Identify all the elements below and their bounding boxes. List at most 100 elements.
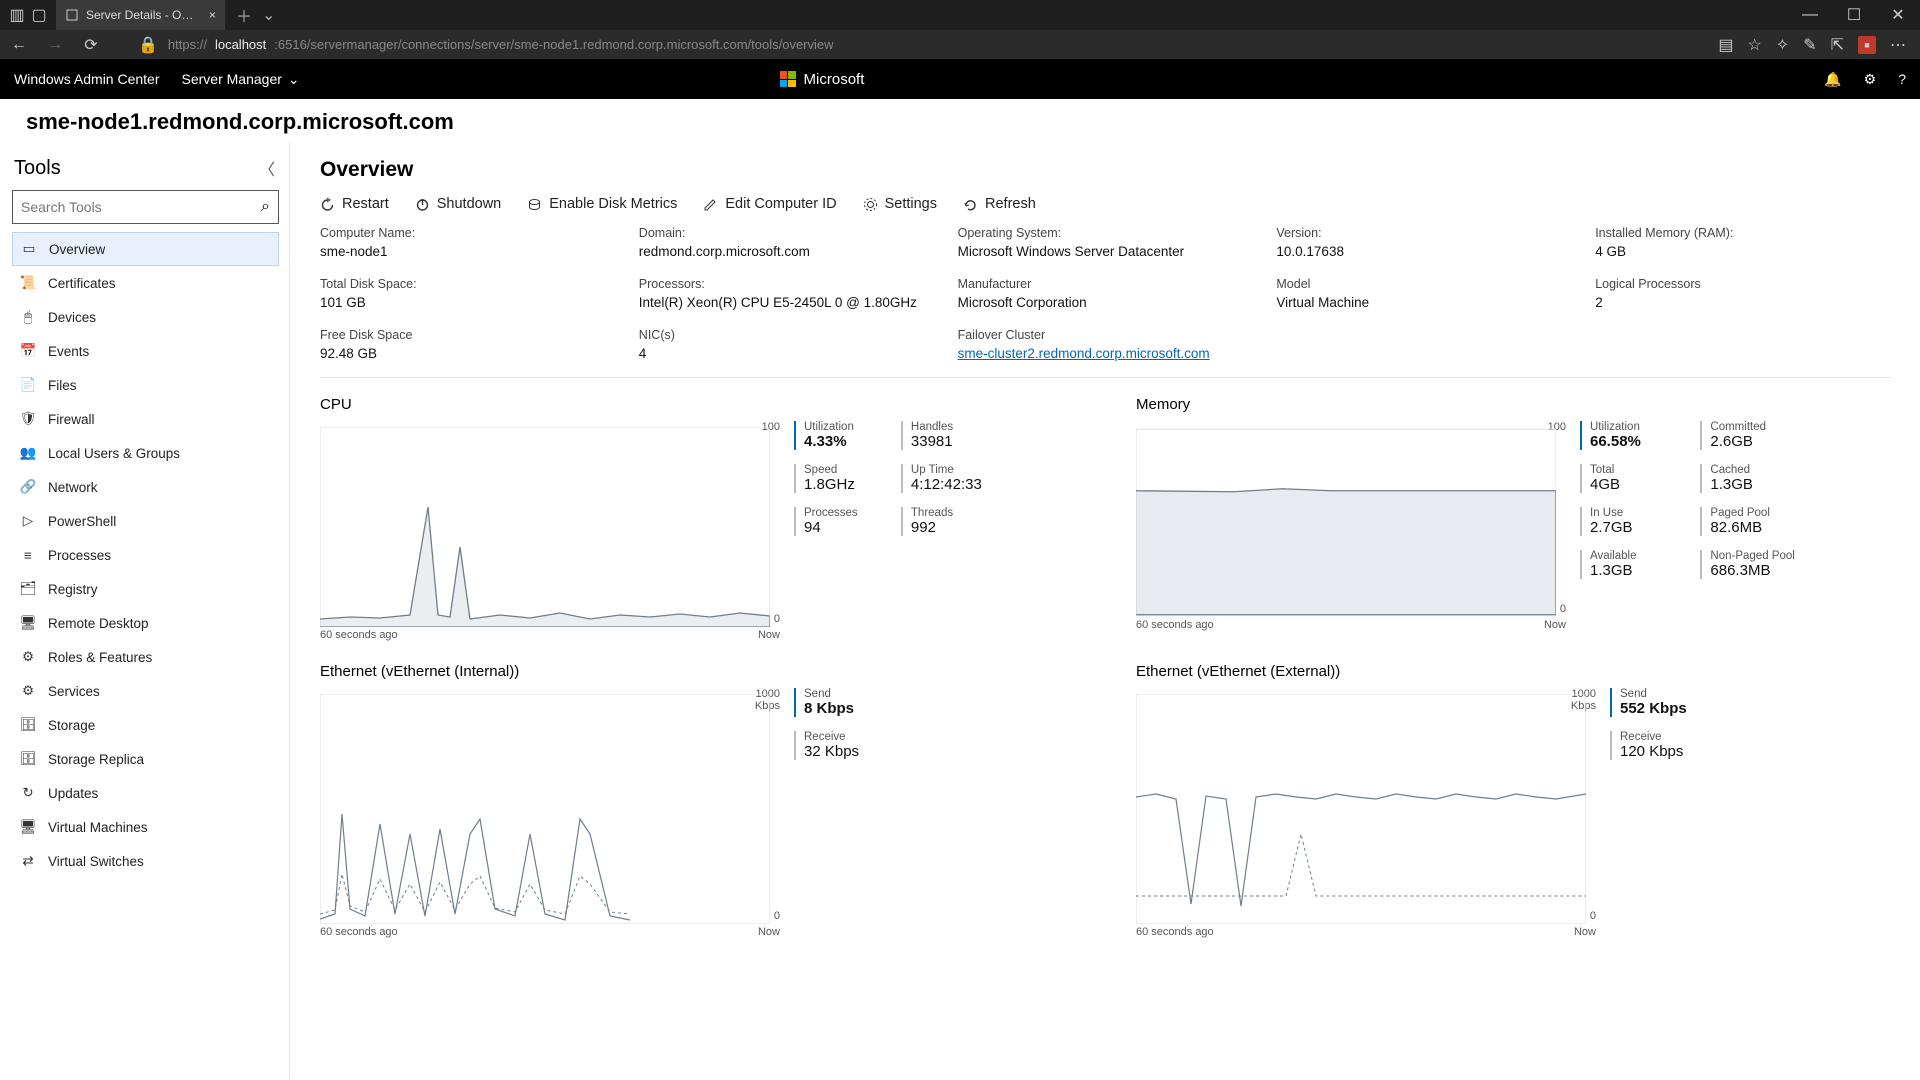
stat: Non-Paged Pool686.3MB — [1700, 550, 1794, 579]
search-tools-box[interactable]: ⌕ — [12, 190, 279, 224]
sidebar-item-local-users-groups[interactable]: 👥Local Users & Groups — [12, 436, 279, 470]
edit-icon — [703, 197, 718, 212]
tool-icon: ▷ — [20, 513, 36, 529]
tool-label: Events — [48, 344, 89, 359]
context-selector[interactable]: Server Manager ⌄ — [182, 71, 300, 88]
stat: Available1.3GB — [1580, 550, 1674, 579]
sidebar-item-network[interactable]: 🔗Network — [12, 470, 279, 504]
stat-value: 66.58% — [1590, 433, 1674, 450]
sidebar-item-remote-desktop[interactable]: 🖥Remote Desktop — [12, 606, 279, 640]
sidebar-item-firewall[interactable]: 🛡Firewall — [12, 402, 279, 436]
tool-label: PowerShell — [48, 514, 116, 529]
page-title: Overview — [320, 158, 1892, 182]
tab-stack-icon[interactable]: ▥ — [6, 4, 28, 26]
cpu-block: CPU 100 0 60 seconds ago Now Utilization… — [320, 396, 1076, 641]
eth-int-sparkline — [320, 694, 770, 924]
refresh-button[interactable]: ⟳ — [78, 32, 104, 58]
property: Processors:Intel(R) Xeon(R) CPU E5-2450L… — [639, 277, 936, 310]
more-icon[interactable]: ⋯ — [1890, 35, 1906, 55]
collapse-sidebar-icon[interactable]: 〈 — [259, 156, 275, 180]
sidebar-item-roles-features[interactable]: ⚙Roles & Features — [12, 640, 279, 674]
extension-badge[interactable]: ■ — [1858, 36, 1876, 54]
refresh-action-button[interactable]: Refresh — [963, 196, 1036, 212]
sidebar-item-storage[interactable]: 🗄Storage — [12, 708, 279, 742]
sidebar-item-powershell[interactable]: ▷ PowerShell — [12, 504, 279, 538]
stat-value: 82.6MB — [1710, 519, 1794, 536]
stat-label: Available — [1590, 550, 1674, 562]
gear-small-icon — [863, 197, 878, 212]
sidebar-item-updates[interactable]: ↻ Updates — [12, 776, 279, 810]
favorite-icon[interactable]: ☆ — [1747, 35, 1761, 55]
eth-ext-chart: 1000Kbps 0 60 seconds ago Now — [1136, 688, 1596, 938]
shutdown-button[interactable]: Shutdown — [415, 196, 502, 212]
restart-button[interactable]: Restart — [320, 196, 389, 212]
url-display[interactable]: https://localhost:6516/servermanager/con… — [168, 37, 1708, 52]
product-name[interactable]: Windows Admin Center — [14, 71, 160, 87]
property-label: NIC(s) — [639, 328, 936, 342]
stat-value: 4GB — [1590, 476, 1674, 493]
lock-icon: 🔒 — [138, 35, 158, 55]
sidebar-item-virtual-switches[interactable]: ⇄Virtual Switches — [12, 844, 279, 878]
tool-icon: 🖥 — [20, 615, 36, 631]
property-value: 92.48 GB — [320, 346, 617, 361]
tool-label: Local Users & Groups — [48, 446, 180, 461]
property-value: sme-cluster2.redmond.corp.microsoft.com — [958, 346, 1255, 361]
reading-view-icon[interactable]: ▤ — [1718, 35, 1733, 55]
sidebar-item-overview[interactable]: ▭Overview — [12, 232, 279, 266]
property: ModelVirtual Machine — [1276, 277, 1573, 310]
sidebar-item-virtual-machines[interactable]: 🖥Virtual Machines — [12, 810, 279, 844]
tool-icon: ↻ — [20, 785, 36, 801]
eth-ext-xright: Now — [1574, 926, 1596, 938]
window-minimize-button[interactable]: — — [1788, 0, 1832, 30]
tool-icon: 🖱 — [20, 309, 36, 325]
property-value: 10.0.17638 — [1276, 244, 1573, 259]
stat-value: 1.3GB — [1710, 476, 1794, 493]
restart-icon — [320, 197, 335, 212]
back-button[interactable]: ← — [6, 32, 32, 58]
window-close-button[interactable]: ✕ — [1876, 0, 1920, 30]
cpu-stats: Utilization4.33%Handles33981Speed1.8GHzU… — [794, 421, 982, 641]
new-tab-button[interactable]: ＋ — [236, 3, 252, 27]
share-icon[interactable]: ⇱ — [1831, 35, 1844, 55]
sidebar-item-certificates[interactable]: 📜Certificates — [12, 266, 279, 300]
stat: Up Time4:12:42:33 — [901, 464, 982, 493]
sidebar-item-devices[interactable]: 🖱Devices — [12, 300, 279, 334]
wac-header: Windows Admin Center Server Manager ⌄ Mi… — [0, 59, 1920, 99]
tool-label: Updates — [48, 786, 98, 801]
stat: Speed1.8GHz — [794, 464, 875, 493]
tab-overflow-icon[interactable]: ⌄ — [262, 5, 275, 25]
sidebar-item-processes[interactable]: ≡Processes — [12, 538, 279, 572]
browser-tab[interactable]: Server Details - Overvie × — [56, 0, 226, 30]
property-value: 101 GB — [320, 295, 617, 310]
forward-button[interactable]: → — [42, 32, 68, 58]
search-icon: ⌕ — [261, 198, 270, 216]
stat: Receive32 Kbps — [794, 731, 859, 760]
property-value: 4 — [639, 346, 936, 361]
sidebar-item-registry[interactable]: 🗂Registry — [12, 572, 279, 606]
tab-recent-icon[interactable]: ▢ — [28, 4, 50, 26]
edit-computer-id-button[interactable]: Edit Computer ID — [703, 196, 836, 212]
microsoft-label: Microsoft — [804, 71, 865, 88]
stat: Cached1.3GB — [1700, 464, 1794, 493]
eth-int-xright: Now — [758, 926, 780, 938]
stat-value: 120 Kbps — [1620, 743, 1687, 760]
property: Computer Name:sme-node1 — [320, 226, 617, 259]
draw-icon[interactable]: ✎ — [1803, 35, 1816, 55]
close-tab-icon[interactable]: × — [209, 8, 215, 22]
enable-disk-metrics-button[interactable]: Enable Disk Metrics — [527, 196, 677, 212]
sidebar-item-storage-replica[interactable]: 🗄Storage Replica — [12, 742, 279, 776]
property-link[interactable]: sme-cluster2.redmond.corp.microsoft.com — [958, 346, 1210, 361]
settings-button[interactable]: Settings — [863, 196, 937, 212]
search-tools-input[interactable] — [21, 199, 261, 215]
gear-icon[interactable]: ⚙ — [1864, 71, 1877, 88]
memory-block: Memory 100 0 60 seconds ago Now Utilizat… — [1136, 396, 1892, 641]
window-maximize-button[interactable]: ☐ — [1832, 0, 1876, 30]
sidebar-item-services[interactable]: ⚙Services — [12, 674, 279, 708]
eth-int-ymin: 0 — [774, 910, 780, 922]
notifications-icon[interactable]: 🔔 — [1824, 71, 1841, 88]
favorites-hub-icon[interactable]: ✧ — [1776, 35, 1789, 55]
stat-label: Paged Pool — [1710, 507, 1794, 519]
help-icon[interactable]: ? — [1898, 71, 1906, 87]
sidebar-item-events[interactable]: 📅Events — [12, 334, 279, 368]
sidebar-item-files[interactable]: 📄Files — [12, 368, 279, 402]
